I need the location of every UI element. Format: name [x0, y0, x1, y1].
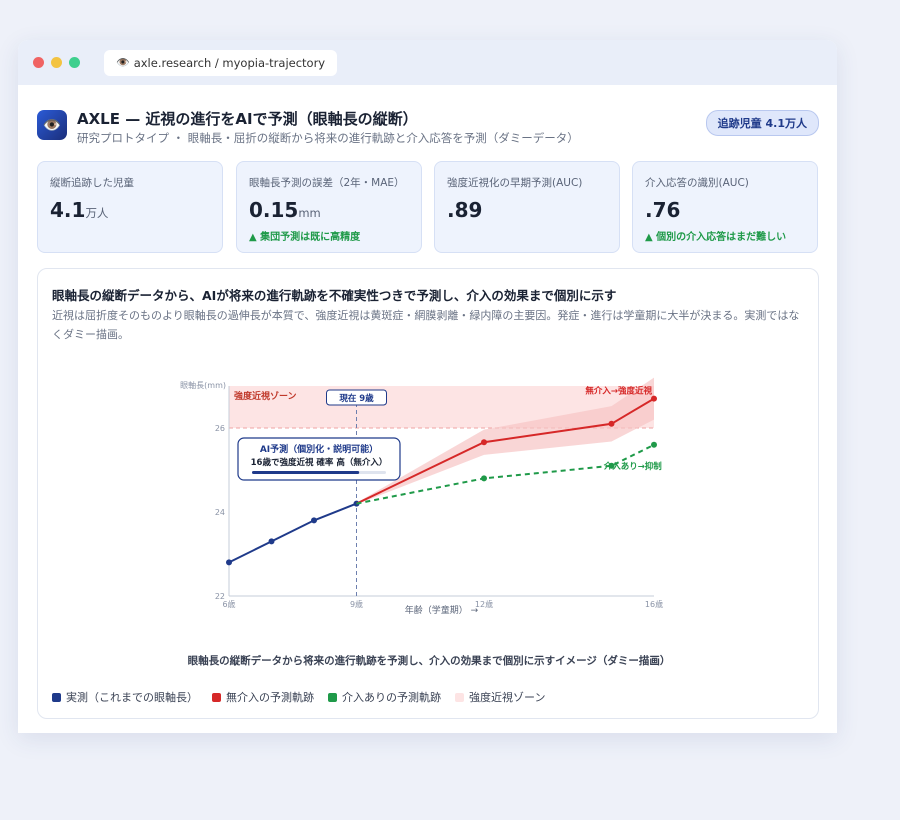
series-end-label-intervention: 介入あり→抑制 [603, 461, 663, 472]
kpi-unit: 万人 [85, 206, 109, 220]
y-tick-label: 26 [215, 424, 225, 433]
legend-swatch [455, 692, 464, 702]
title-bar: 👁️ axle.research / myopia-trajectory [18, 40, 837, 85]
series-line-2 [356, 443, 655, 505]
trajectory-panel: 眼軸長の縦断データから、AIが将来の進行軌跡を不確実性つきで予測し、介入の効果ま… [37, 268, 819, 719]
ai-callout-meter-fill [252, 471, 360, 474]
x-tick-label: 9歳 [350, 599, 363, 609]
data-point [226, 559, 232, 566]
kpi-number: .89 [447, 198, 483, 222]
y-axis-label: 眼軸長(mm) [180, 380, 226, 390]
page-header: 👁️ AXLE — 近視の進行をAIで予測（眼軸長の縦断） 研究プロトタイプ ・… [37, 108, 819, 148]
kpi-card-high-myopia-auc: 強度近視化の早期予測(AUC) .89 [434, 161, 620, 253]
eye-icon: 👁️ [42, 116, 62, 134]
legend-swatch [212, 692, 221, 702]
data-point [608, 420, 615, 427]
tracked-children-badge: 追跡児童 4.1万人 [705, 110, 819, 136]
maximize-window-button[interactable] [69, 57, 80, 68]
kpi-unit: mm [298, 206, 321, 220]
data-point [481, 475, 487, 482]
chart-caption: 眼軸長の縦断データから将来の進行軌跡を予測し、介入の効果まで個別に示すイメージ（… [187, 655, 671, 667]
kpi-label: 縦断追跡した児童 [50, 177, 134, 189]
legend-swatch [328, 692, 337, 702]
legend-swatch [52, 692, 61, 702]
legend-item-no-intervention: 無介入の予測軌跡 [212, 689, 314, 705]
series-line-0 [228, 502, 357, 564]
legend-item-high-myopia-zone: 強度近視ゾーン [455, 689, 545, 705]
kpi-label: 介入応答の識別(AUC) [645, 177, 749, 189]
legend-item-measured: 実測（これまでの眼軸長） [52, 689, 198, 705]
kpi-number: .76 [645, 198, 681, 222]
y-tick-label: 24 [215, 508, 225, 517]
minimize-window-button[interactable] [51, 57, 62, 68]
kpi-value: .89 [447, 198, 607, 222]
data-point [481, 439, 487, 446]
app-logo: 👁️ [37, 110, 67, 140]
kpi-value: .76 [645, 198, 805, 222]
kpi-value: 4.1万人 [50, 198, 210, 222]
trajectory-chart: 強度近視ゾーン眼軸長(mm)2224266歳 9歳 12歳 16歳年齢（学童期） →現… [180, 377, 663, 616]
kpi-row: 縦断追跡した児童 4.1万人 眼軸長予測の誤差（2年・MAE） 0.15mm ▲… [37, 161, 819, 253]
series-end-label-no-intervention: 無介入→強度近視 [585, 386, 652, 397]
legend-label: 介入ありの予測軌跡 [342, 691, 441, 704]
kpi-label: 強度近視化の早期予測(AUC) [447, 177, 583, 189]
kpi-note: ▲ 個別の介入応答はまだ難しい [645, 232, 787, 243]
page-title: AXLE — 近視の進行をAIで予測（眼軸長の縦断） [77, 110, 418, 128]
ai-callout-title: AI予測（個別化・説明可能） [260, 443, 378, 455]
kpi-value: 0.15mm [249, 198, 409, 222]
chart-legend: 実測（これまでの眼軸長） 無介入の予測軌跡 介入ありの予測軌跡 強度近視ゾーン [52, 689, 559, 705]
kpi-note: ▲ 集団予測は既に高精度 [249, 232, 361, 243]
data-point [268, 538, 275, 545]
kpi-card-intervention-auc: 介入応答の識別(AUC) .76 ▲ 個別の介入応答はまだ難しい [632, 161, 818, 253]
kpi-card-children: 縦断追跡した児童 4.1万人 [37, 161, 223, 253]
x-tick-label: 6歳 [222, 599, 235, 609]
legend-item-intervention: 介入ありの予測軌跡 [328, 689, 441, 705]
close-window-button[interactable] [33, 57, 44, 68]
data-point [311, 517, 317, 524]
ai-callout-text: 16歳で強度近視 確率 高（無介入） [251, 457, 388, 468]
eye-icon: 👁️ [116, 56, 130, 69]
data-point [651, 441, 657, 448]
kpi-number: 4.1 [50, 198, 86, 222]
address-bar[interactable]: 👁️ axle.research / myopia-trajectory [104, 49, 338, 76]
kpi-label: 眼軸長予測の誤差（2年・MAE） [249, 177, 405, 189]
page-subtitle: 研究プロトタイプ ・ 眼軸長・屈折の縦断から将来の進行軌跡と介入応答を予測（ダミ… [77, 131, 579, 145]
kpi-number: 0.15 [249, 198, 299, 222]
legend-label: 強度近視ゾーン [469, 691, 546, 704]
current-age-label: 現在 9歳 [339, 393, 374, 404]
legend-label: 実測（これまでの眼軸長） [66, 691, 198, 704]
x-axis-label: 年齢（学童期） → [405, 604, 479, 616]
legend-label: 無介入の予測軌跡 [226, 691, 314, 704]
url-text: axle.research / myopia-trajectory [133, 55, 326, 70]
kpi-card-mae: 眼軸長予測の誤差（2年・MAE） 0.15mm ▲ 集団予測は既に高精度 [236, 161, 422, 253]
x-tick-label: 16歳 [645, 599, 663, 609]
browser-window: 👁️ axle.research / myopia-trajectory 👁️ … [18, 40, 837, 733]
zone-label: 強度近視ゾーン [234, 390, 297, 402]
